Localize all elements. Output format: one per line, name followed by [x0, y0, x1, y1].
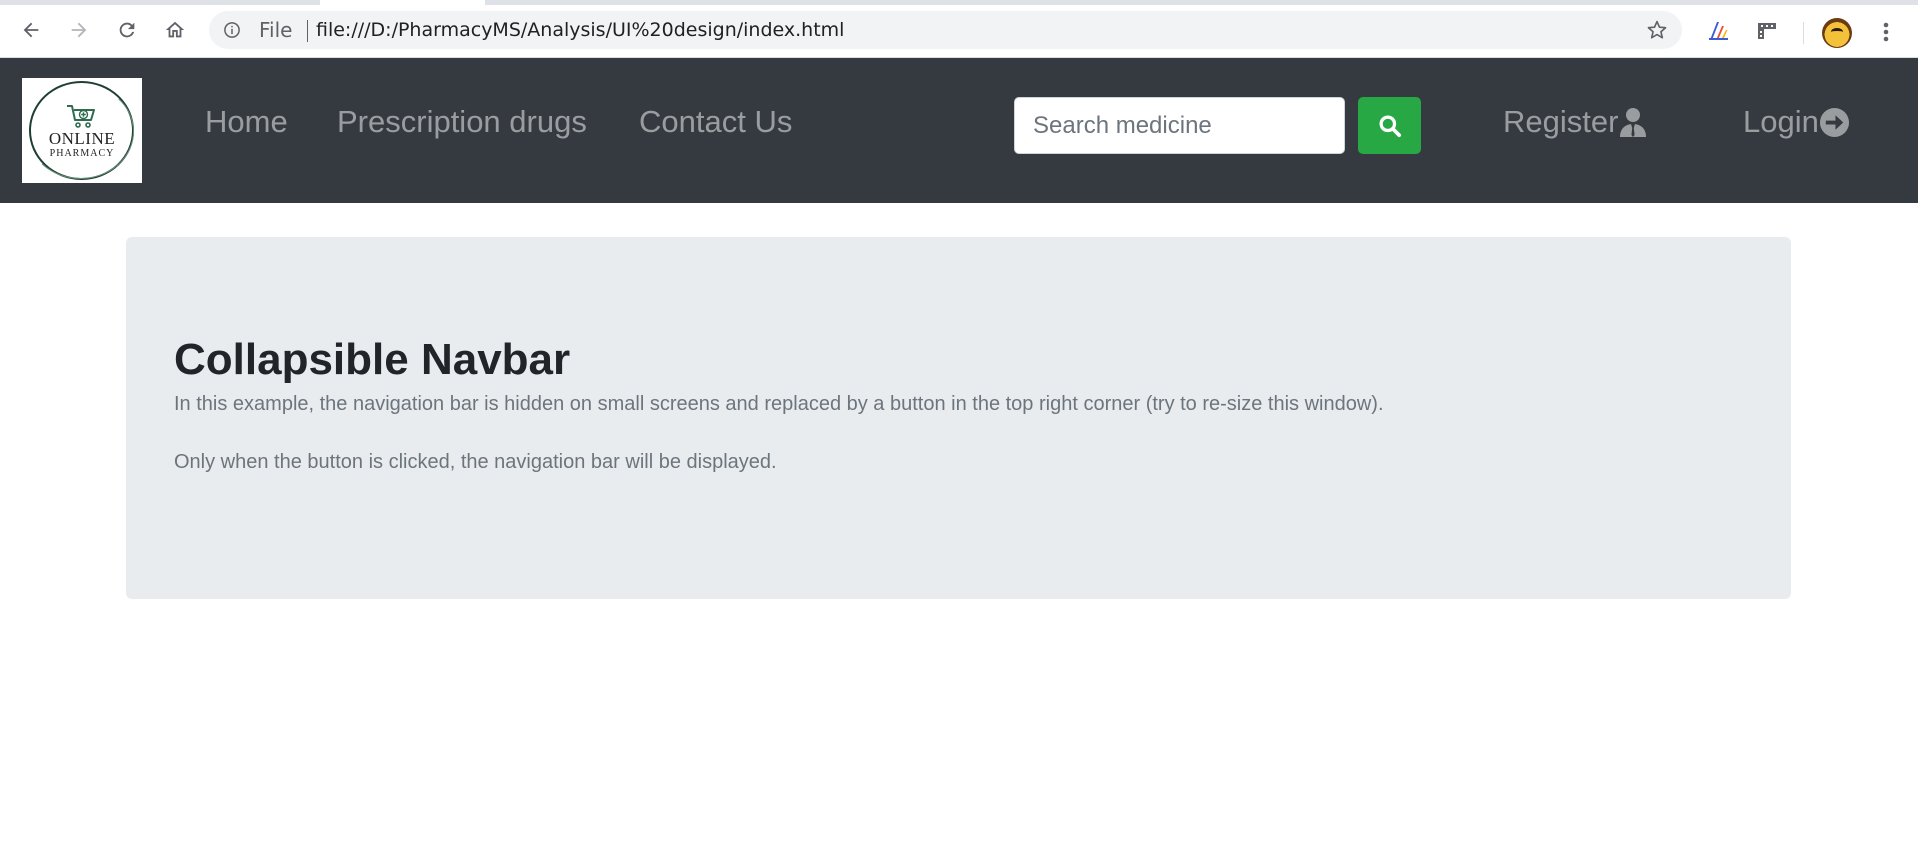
home-icon [165, 21, 185, 38]
avatar[interactable] [1822, 18, 1852, 48]
forward-button[interactable] [63, 14, 95, 46]
site-navbar: ONLINE PHARMACY Home Prescription drugs … [0, 58, 1918, 203]
nav-link-contact-us[interactable]: Contact Us [639, 104, 792, 140]
search-icon [1378, 114, 1401, 137]
extension-icon[interactable] [1706, 19, 1730, 43]
ruler-extension-icon[interactable] [1755, 19, 1779, 43]
home-button[interactable] [159, 14, 191, 46]
arrow-circle-right-icon [1819, 107, 1849, 137]
search-button[interactable] [1358, 97, 1421, 154]
arrow-right-icon [71, 22, 87, 38]
nav-link-home[interactable]: Home [205, 104, 288, 140]
toolbar-divider [1803, 22, 1804, 44]
back-button[interactable] [15, 14, 47, 46]
logo-text-online: ONLINE [48, 129, 116, 148]
page-title: Collapsible Navbar [174, 335, 571, 384]
login-link[interactable]: Login [1743, 104, 1850, 140]
description-paragraph-2: Only when the button is clicked, the nav… [174, 451, 777, 473]
info-icon[interactable] [223, 21, 241, 39]
description-paragraph-1: In this example, the navigation bar is h… [174, 393, 1384, 415]
cart-icon [67, 105, 95, 128]
register-link[interactable]: Register [1503, 104, 1648, 140]
jumbotron: Collapsible Navbar In this example, the … [126, 237, 1791, 599]
arrow-left-icon [23, 22, 39, 38]
reload-icon [119, 22, 135, 38]
register-label: Register [1503, 104, 1619, 139]
logo-text-pharmacy: PHARMACY [49, 148, 115, 159]
login-label: Login [1743, 104, 1819, 139]
site-logo[interactable]: ONLINE PHARMACY [22, 78, 142, 183]
search-input[interactable] [1014, 97, 1345, 154]
url-separator [307, 20, 308, 42]
reload-button[interactable] [111, 14, 143, 46]
browser-toolbar: File file:///D:/PharmacyMS/Analysis/UI%2… [0, 5, 1918, 58]
address-bar[interactable]: File file:///D:/PharmacyMS/Analysis/UI%2… [209, 11, 1682, 49]
more-vert-icon[interactable] [1876, 20, 1896, 44]
url-scheme-label: File [259, 18, 293, 42]
star-icon[interactable] [1646, 19, 1668, 41]
nav-link-prescription-drugs[interactable]: Prescription drugs [337, 104, 587, 140]
url-text[interactable]: file:///D:/PharmacyMS/Analysis/UI%20desi… [316, 20, 844, 40]
user-icon [1620, 108, 1647, 137]
